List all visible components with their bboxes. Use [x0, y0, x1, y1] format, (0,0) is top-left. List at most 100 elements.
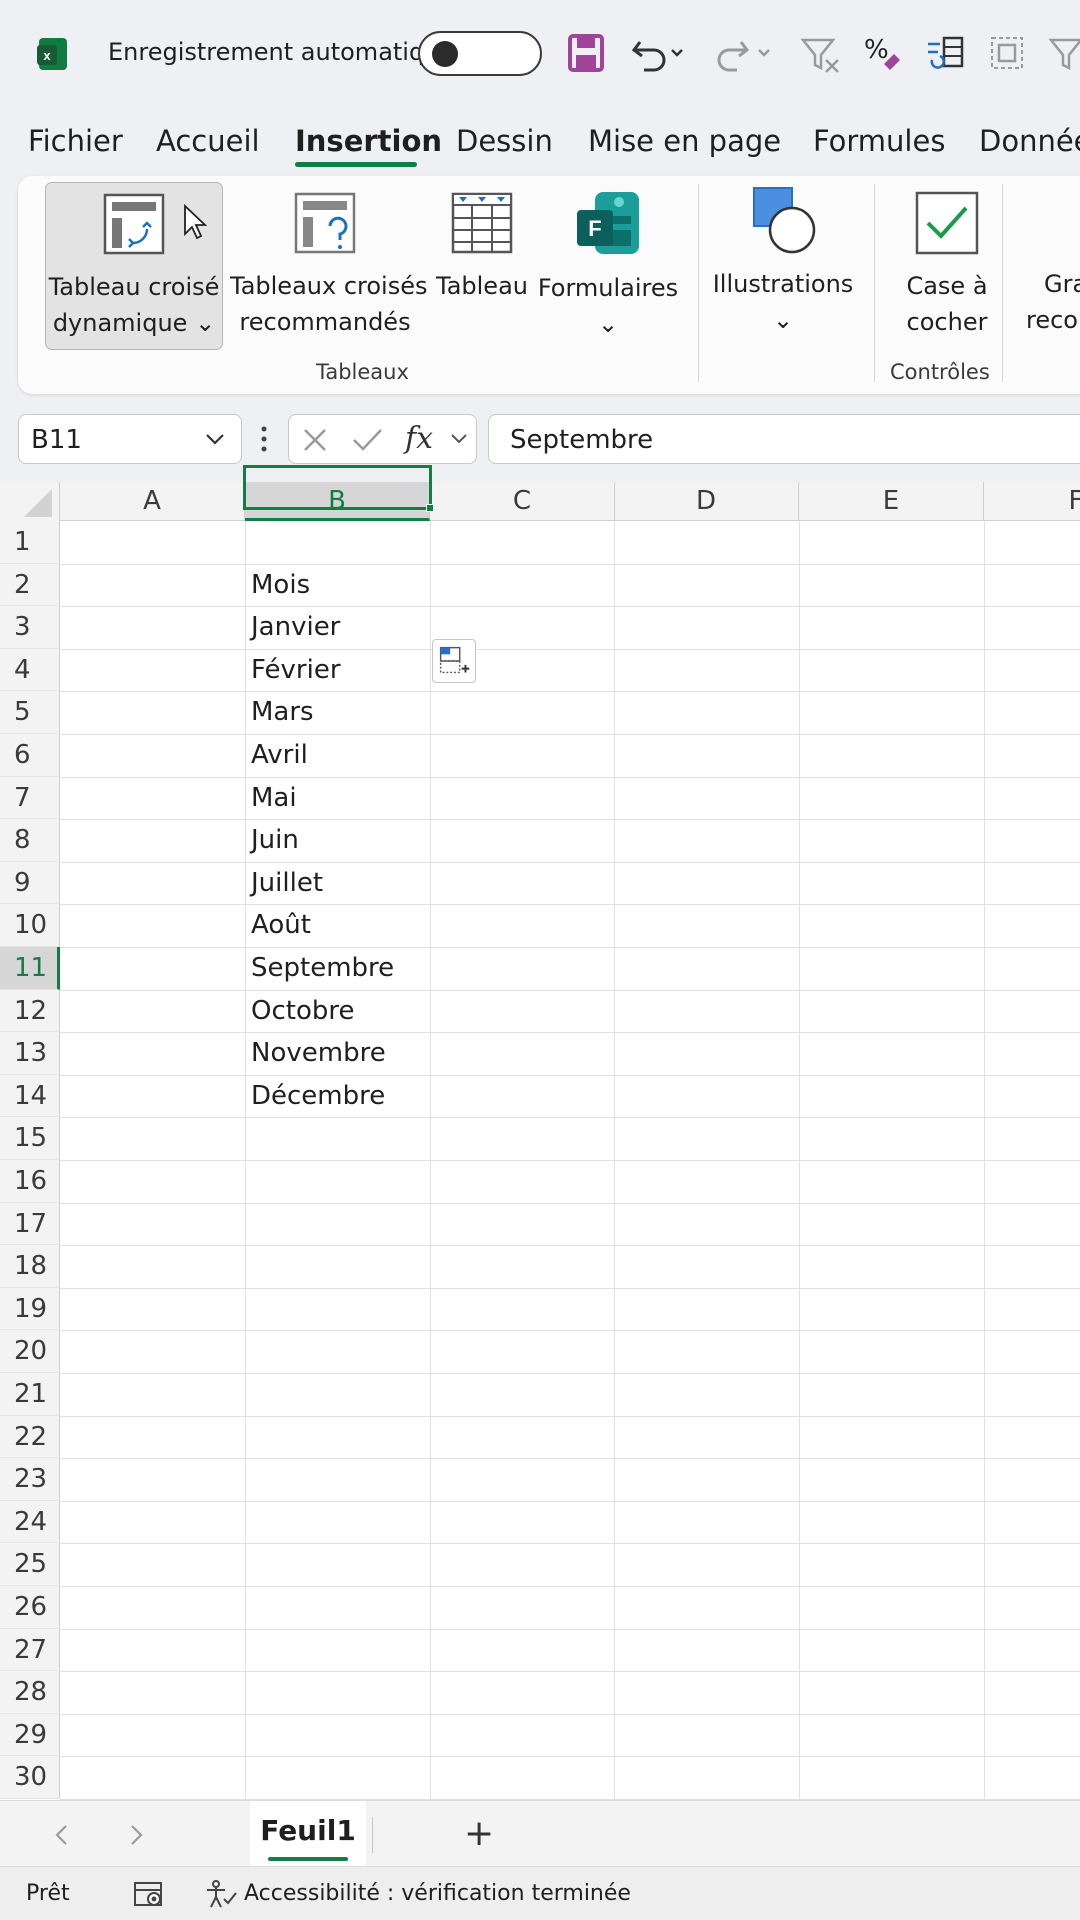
tab-dessin[interactable]: Dessin: [456, 124, 553, 158]
corner-triangle-icon: [24, 489, 52, 517]
cancel-icon[interactable]: [301, 426, 329, 454]
cell-b14[interactable]: Décembre: [245, 1075, 430, 1118]
autosave-toggle[interactable]: [418, 31, 542, 76]
enter-icon[interactable]: [351, 426, 383, 454]
cell-b10[interactable]: Août: [245, 904, 430, 947]
row-header-27[interactable]: 27: [0, 1628, 60, 1672]
tab-accueil[interactable]: Accueil: [156, 124, 260, 158]
forms-label: Formulaires: [537, 274, 679, 302]
tab-mise-en-page[interactable]: Mise en page: [588, 124, 781, 158]
row-header-20[interactable]: 20: [0, 1330, 60, 1373]
undo-icon[interactable]: [628, 30, 690, 76]
cell-b4[interactable]: Février: [245, 649, 430, 692]
column-header-f[interactable]: F: [984, 482, 1080, 521]
recommended-charts-button[interactable]: Gra reco: [1020, 182, 1080, 350]
row-header-1[interactable]: 1: [0, 521, 60, 564]
grid-row-line: [60, 563, 1080, 565]
row-header-26[interactable]: 26: [0, 1586, 60, 1629]
forms-button[interactable]: F Formulaires ⌄: [536, 182, 680, 350]
row-header-22[interactable]: 22: [0, 1415, 60, 1459]
table-button[interactable]: Tableau: [432, 182, 532, 350]
row-header-30[interactable]: 30: [0, 1756, 60, 1799]
row-header-2[interactable]: 2: [0, 563, 60, 607]
column-header-e[interactable]: E: [799, 482, 984, 521]
tab-insertion[interactable]: Insertion: [295, 124, 442, 158]
cell-b2[interactable]: Mois: [245, 564, 430, 607]
ribbon-separator: [874, 184, 875, 382]
row-header-12[interactable]: 12: [0, 989, 60, 1033]
tab-fichier[interactable]: Fichier: [28, 124, 123, 158]
grid-row-line: [60, 691, 1080, 693]
add-sheet-button[interactable]: +: [464, 1813, 494, 1854]
column-header-a[interactable]: A: [60, 482, 245, 521]
column-header-c[interactable]: C: [430, 482, 615, 521]
cell-b9[interactable]: Juillet: [245, 862, 430, 905]
scroll-right-icon[interactable]: [126, 1823, 146, 1847]
fill-handle[interactable]: [426, 504, 434, 512]
cell-b13[interactable]: Novembre: [245, 1032, 430, 1075]
illustrations-button[interactable]: Illustrations ⌄: [708, 178, 858, 346]
percent-format-icon[interactable]: %: [862, 30, 902, 76]
cell-b5[interactable]: Mars: [245, 691, 430, 734]
row-header-19[interactable]: 19: [0, 1287, 60, 1331]
select-objects-icon[interactable]: [986, 30, 1028, 76]
cell-b6[interactable]: Avril: [245, 734, 430, 777]
cell-b8[interactable]: Juin: [245, 819, 430, 862]
row-header-17[interactable]: 17: [0, 1202, 60, 1246]
row-header-28[interactable]: 28: [0, 1671, 60, 1714]
column-header-d[interactable]: D: [614, 482, 799, 521]
row-header-25[interactable]: 25: [0, 1543, 60, 1586]
row-header-4[interactable]: 4: [0, 648, 60, 692]
row-header-7[interactable]: 7: [0, 776, 60, 820]
accessibility-icon[interactable]: [204, 1879, 238, 1909]
grid-row-line: [60, 1074, 1080, 1076]
grid-row-line: [60, 1500, 1080, 1502]
row-header-10[interactable]: 10: [0, 904, 60, 947]
cell-b11[interactable]: Septembre: [245, 947, 430, 990]
scroll-left-icon[interactable]: [52, 1823, 72, 1847]
quick-analysis-icon[interactable]: [432, 639, 476, 683]
clear-filter-icon[interactable]: [800, 30, 842, 76]
cell-b12[interactable]: Octobre: [245, 990, 430, 1033]
cell-b7[interactable]: Mai: [245, 777, 430, 820]
chevron-down-icon[interactable]: [449, 429, 469, 449]
row-header-18[interactable]: 18: [0, 1245, 60, 1288]
formula-input[interactable]: Septembre: [488, 414, 1080, 464]
row-header-14[interactable]: 14: [0, 1074, 60, 1118]
row-header-6[interactable]: 6: [0, 734, 60, 777]
tab-donnees[interactable]: Donnée: [979, 124, 1080, 158]
more-options-icon[interactable]: [259, 424, 269, 454]
row-header-24[interactable]: 24: [0, 1500, 60, 1544]
grid-row-line: [60, 1160, 1080, 1161]
row-header-15[interactable]: 15: [0, 1117, 60, 1160]
insert-function-icon[interactable]: fx: [405, 421, 433, 456]
row-header-16[interactable]: 16: [0, 1160, 60, 1203]
select-all-button[interactable]: [0, 482, 60, 521]
spreadsheet-grid[interactable]: ABCDEF 1 2 Mois 3 Janvier 4 Février 5 Mars 6 Avril…: [0, 482, 1080, 1800]
cell-b3[interactable]: Janvier: [245, 606, 430, 649]
svg-text:x: x: [43, 48, 51, 63]
row-header-8[interactable]: 8: [0, 819, 60, 862]
filter-icon[interactable]: [1048, 30, 1080, 76]
recommended-pivot-button[interactable]: Tableaux croisés recommandés: [230, 182, 427, 350]
ribbon-separator: [1002, 184, 1003, 382]
row-header-11[interactable]: 11: [0, 947, 60, 990]
recommended-pivot-label-2: recommandés: [239, 308, 411, 336]
row-header-23[interactable]: 23: [0, 1458, 60, 1501]
row-header-3[interactable]: 3: [0, 606, 60, 649]
macro-recording-icon[interactable]: [132, 1879, 166, 1909]
data-refresh-icon[interactable]: [924, 30, 966, 76]
row-header-29[interactable]: 29: [0, 1713, 60, 1757]
grid-row-line: [60, 1202, 1080, 1204]
row-header-9[interactable]: 9: [0, 861, 60, 905]
name-box[interactable]: B11: [18, 414, 242, 464]
redo-icon[interactable]: [715, 30, 777, 76]
grid-row-line: [60, 989, 1080, 991]
checkbox-button[interactable]: Case à cocher: [884, 182, 1010, 350]
row-header-13[interactable]: 13: [0, 1032, 60, 1075]
row-header-5[interactable]: 5: [0, 691, 60, 734]
save-icon[interactable]: [566, 30, 606, 76]
row-header-21[interactable]: 21: [0, 1373, 60, 1416]
tab-formules[interactable]: Formules: [813, 124, 945, 158]
active-sheet-indicator: [268, 1857, 348, 1861]
